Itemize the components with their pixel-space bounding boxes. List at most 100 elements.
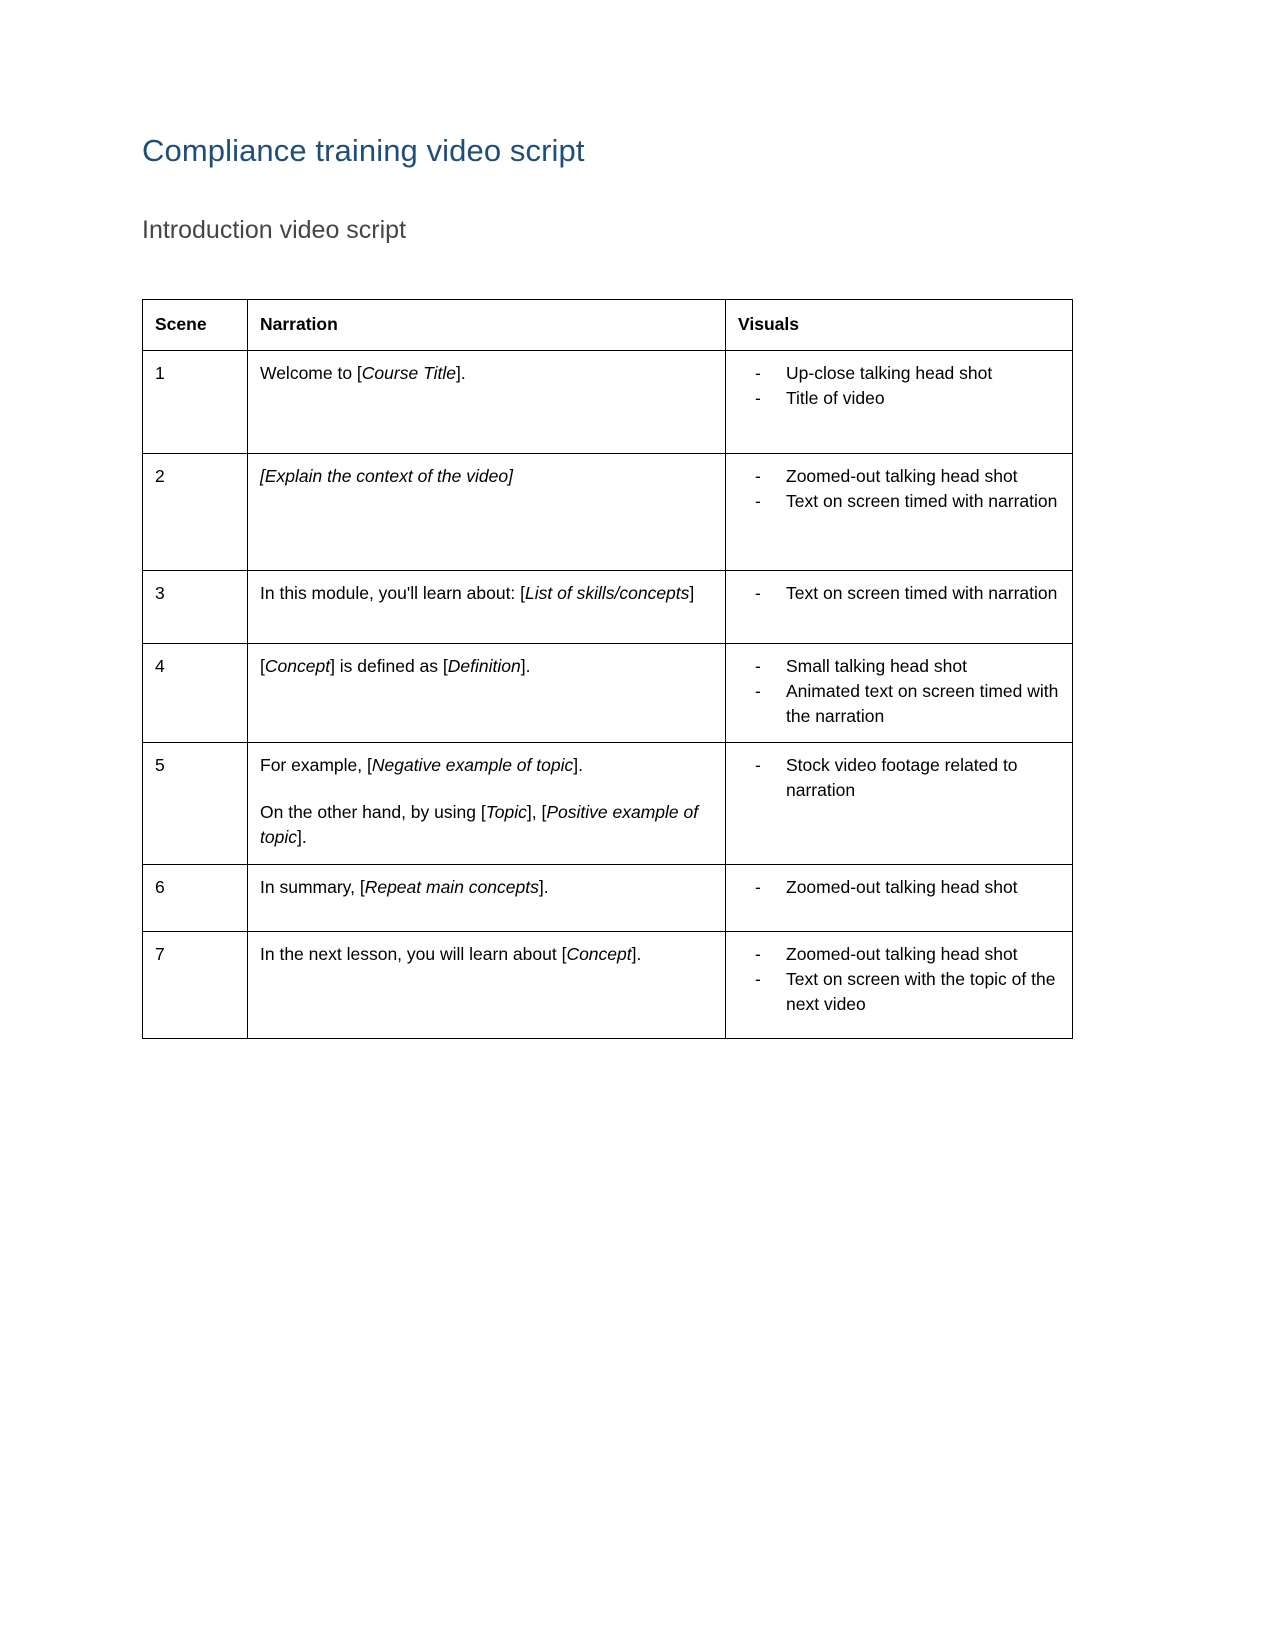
visual-item-label: Animated text on screen timed with the n… xyxy=(786,680,1059,726)
narration-text: On the other hand, by using [ xyxy=(260,802,486,823)
scene-number: 4 xyxy=(155,655,165,676)
cell-narration: In the next lesson, you will learn about… xyxy=(247,930,726,1039)
cell-visuals: - Small talking head shot - Animated text o… xyxy=(725,642,1073,744)
dash-bullet-icon: - xyxy=(755,680,761,701)
narration-text: ], [ xyxy=(526,802,547,823)
narration-text: ]. xyxy=(296,827,307,848)
document-page: Compliance training video script Introdu… xyxy=(0,0,1275,1650)
cell-visuals: - Zoomed-out talking head shot - Text on sc… xyxy=(725,452,1073,571)
list-item: - Small talking head shot xyxy=(738,654,1060,679)
visual-item-label: Text on screen timed with narration xyxy=(786,582,1058,603)
dash-bullet-icon: - xyxy=(755,582,761,603)
cell-visuals: - Up-close talking head shot - Title of vid… xyxy=(725,349,1073,454)
visuals-list: - Text on screen timed with narration xyxy=(738,581,1060,606)
dash-bullet-icon: - xyxy=(755,490,761,511)
list-item: - Text on screen timed with narration xyxy=(738,489,1060,514)
narration-placeholder: Concept xyxy=(566,943,632,964)
table-row: 5 For example, [Negative example of topic… xyxy=(142,742,1073,865)
visual-item-label: Text on screen timed with narration xyxy=(786,490,1058,511)
visual-item-label: Stock video footage related to narration xyxy=(786,755,1018,801)
narration-text: In the next lesson, you will learn about… xyxy=(260,943,567,964)
dash-bullet-icon: - xyxy=(755,655,761,676)
column-header-narration: Narration xyxy=(247,299,726,351)
list-item: - Text on screen with the topic of the ne… xyxy=(738,967,1060,1017)
cell-narration: In this module, you'll learn about: [Lis… xyxy=(247,569,726,644)
table-header-row: Scene Narration Visuals xyxy=(142,299,1073,351)
narration-text: ]. xyxy=(520,655,531,676)
visual-item-label: Up-close talking head shot xyxy=(786,362,993,383)
cell-scene-number: 7 xyxy=(142,930,248,1039)
cell-narration: [Explain the context of the video] xyxy=(247,452,726,571)
narration-placeholder: Repeat main concepts xyxy=(364,876,539,897)
document-body: Compliance training video script Introdu… xyxy=(142,132,1073,1039)
cell-visuals: - Text on screen timed with narration xyxy=(725,569,1073,644)
scene-number: 7 xyxy=(155,943,165,964)
list-item: - Zoomed-out talking head shot xyxy=(738,464,1060,489)
list-item: - Animated text on screen timed with the … xyxy=(738,679,1060,729)
visuals-list: - Zoomed-out talking head shot - Text on sc… xyxy=(738,942,1060,1017)
narration-text: ]. xyxy=(573,755,583,776)
cell-narration: For example, [Negative example of topic]… xyxy=(247,742,726,865)
narration-paragraph: In summary, [Repeat main concepts]. xyxy=(260,875,713,900)
narration-text: For example, [ xyxy=(260,755,372,776)
list-item: - Text on screen timed with narration xyxy=(738,581,1060,606)
narration-paragraph: On the other hand, by using [Topic], [Po… xyxy=(260,800,713,850)
section-heading: Introduction video script xyxy=(142,215,407,244)
table-body: 1 Welcome to [Course Title]. - Up-close tal… xyxy=(142,349,1073,1039)
visual-item-label: Title of video xyxy=(786,387,885,408)
list-item: - Zoomed-out talking head shot xyxy=(738,942,1060,967)
cell-scene-number: 2 xyxy=(142,452,248,571)
cell-scene-number: 3 xyxy=(142,569,248,644)
narration-placeholder: Topic xyxy=(485,802,527,823)
narration-placeholder: [Explain the context of the video] xyxy=(260,465,513,486)
scene-number: 3 xyxy=(155,582,165,603)
narration-paragraph: In this module, you'll learn about: [Lis… xyxy=(260,581,713,606)
visuals-list: - Zoomed-out talking head shot - Text on sc… xyxy=(738,464,1060,514)
narration-text: ]. xyxy=(455,362,466,383)
dash-bullet-icon: - xyxy=(755,755,761,776)
cell-narration: [Concept] is defined as [Definition]. xyxy=(247,642,726,744)
cell-visuals: - Stock video footage related to narratio… xyxy=(725,742,1073,865)
list-item: - Up-close talking head shot xyxy=(738,361,1060,386)
narration-paragraph: [Concept] is defined as [Definition]. xyxy=(260,654,713,679)
narration-paragraph: [Explain the context of the video] xyxy=(260,464,713,489)
narration-paragraph: In the next lesson, you will learn about… xyxy=(260,942,713,967)
list-item: - Zoomed-out talking head shot xyxy=(738,875,1060,900)
narration-paragraph: Welcome to [Course Title]. xyxy=(260,361,713,386)
column-header-scene: Scene xyxy=(142,299,248,351)
cell-visuals: - Zoomed-out talking head shot - Text on sc… xyxy=(725,930,1073,1039)
visuals-list: - Stock video footage related to narratio… xyxy=(738,753,1060,803)
page-title: Compliance training video script xyxy=(142,133,585,168)
narration-placeholder: Definition xyxy=(447,655,521,676)
dash-bullet-icon: - xyxy=(755,387,761,408)
cell-scene-number: 6 xyxy=(142,863,248,932)
table-row: 1 Welcome to [Course Title]. - Up-close tal… xyxy=(142,349,1073,454)
visual-item-label: Zoomed-out talking head shot xyxy=(786,876,1018,897)
visuals-list: - Up-close talking head shot - Title of vid… xyxy=(738,361,1060,411)
narration-placeholder: List of skills/concepts xyxy=(525,582,690,603)
cell-visuals: - Zoomed-out talking head shot xyxy=(725,863,1073,932)
dash-bullet-icon: - xyxy=(755,465,761,486)
narration-paragraph: For example, [Negative example of topic]… xyxy=(260,753,713,778)
list-item: - Stock video footage related to narratio… xyxy=(738,753,1060,803)
table-row: 4 [Concept] is defined as [Definition]. - S… xyxy=(142,642,1073,744)
scene-number: 5 xyxy=(155,755,165,776)
visuals-list: - Zoomed-out talking head shot xyxy=(738,875,1060,900)
table-row: 7 In the next lesson, you will learn abou… xyxy=(142,930,1073,1039)
video-script-table: Scene Narration Visuals 1 Welcome to [Cou… xyxy=(142,299,1073,1039)
scene-number: 2 xyxy=(155,465,165,486)
cell-scene-number: 1 xyxy=(142,349,248,454)
table-row: 6 In summary, [Repeat main concepts]. - Zoo… xyxy=(142,863,1073,932)
cell-narration: In summary, [Repeat main concepts]. xyxy=(247,863,726,932)
narration-text: In summary, [ xyxy=(260,876,365,897)
table-row: 2 [Explain the context of the video] - Zoom… xyxy=(142,452,1073,571)
narration-text: ]. xyxy=(538,876,549,897)
scene-number: 6 xyxy=(155,876,165,897)
column-header-visuals: Visuals xyxy=(725,299,1073,351)
table-row: 3 In this module, you'll learn about: [Li… xyxy=(142,569,1073,644)
narration-placeholder: Course Title xyxy=(361,362,456,383)
list-item: - Title of video xyxy=(738,386,1060,411)
visual-item-label: Zoomed-out talking head shot xyxy=(786,943,1018,964)
visuals-list: - Small talking head shot - Animated text o… xyxy=(738,654,1060,729)
narration-text: ] is defined as [ xyxy=(330,655,448,676)
